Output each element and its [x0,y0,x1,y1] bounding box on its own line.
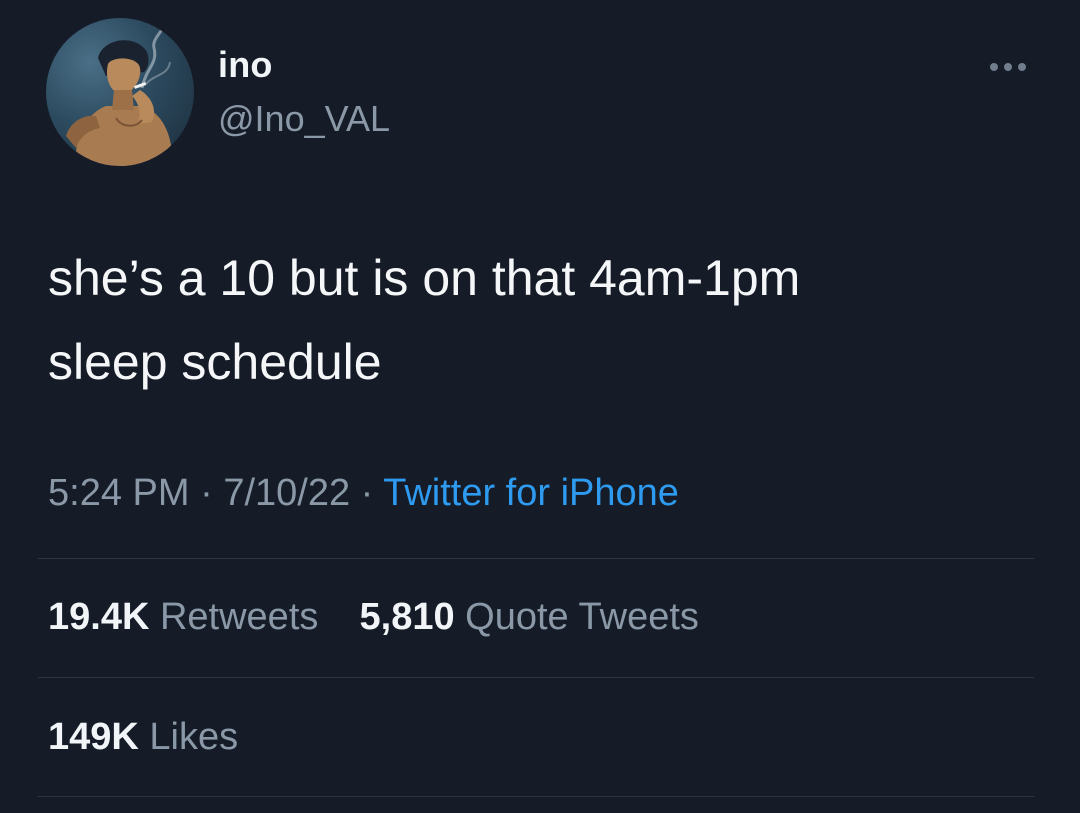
divider [38,796,1034,797]
display-name[interactable]: ino [218,44,273,86]
tweet-date[interactable]: 7/10/22 [223,472,350,514]
likes-stats: 149K Likes [48,716,238,759]
tweet-text: she’s a 10 but is on that 4am-1pm sleep … [48,236,1028,404]
user-handle[interactable]: @Ino_VAL [218,98,390,140]
tweet-text-line-1: she’s a 10 but is on that 4am-1pm [48,250,801,306]
quote-tweets-count: 5,810 [359,596,455,638]
avatar[interactable] [46,18,194,166]
retweets-count: 19.4K [48,596,150,638]
more-options-icon[interactable] [978,52,1038,82]
meta-separator: · [360,472,374,514]
tweet-card: ino @Ino_VAL she’s a 10 but is on that 4… [0,0,1080,813]
tweet-text-line-2: sleep schedule [48,334,382,390]
quote-tweets-stat[interactable]: 5,810 Quote Tweets [360,596,699,638]
quote-tweets-label: Quote Tweets [465,596,699,638]
likes-count: 149K [48,716,139,758]
meta-separator: · [200,472,213,514]
tweet-source-link[interactable]: Twitter for iPhone [383,472,679,514]
divider [38,677,1034,678]
retweets-label: Retweets [159,596,319,638]
retweets-stat[interactable]: 19.4K Retweets [48,596,329,638]
likes-label: Likes [149,716,239,758]
tweet-meta: 5:24 PM · 7/10/22 · Twitter for iPhone [48,472,679,515]
likes-stat[interactable]: 149K Likes [48,716,238,758]
avatar-image [66,25,173,166]
divider [38,558,1034,559]
tweet-time[interactable]: 5:24 PM [48,472,190,514]
retweet-quote-stats: 19.4K Retweets 5,810 Quote Tweets [48,596,699,639]
